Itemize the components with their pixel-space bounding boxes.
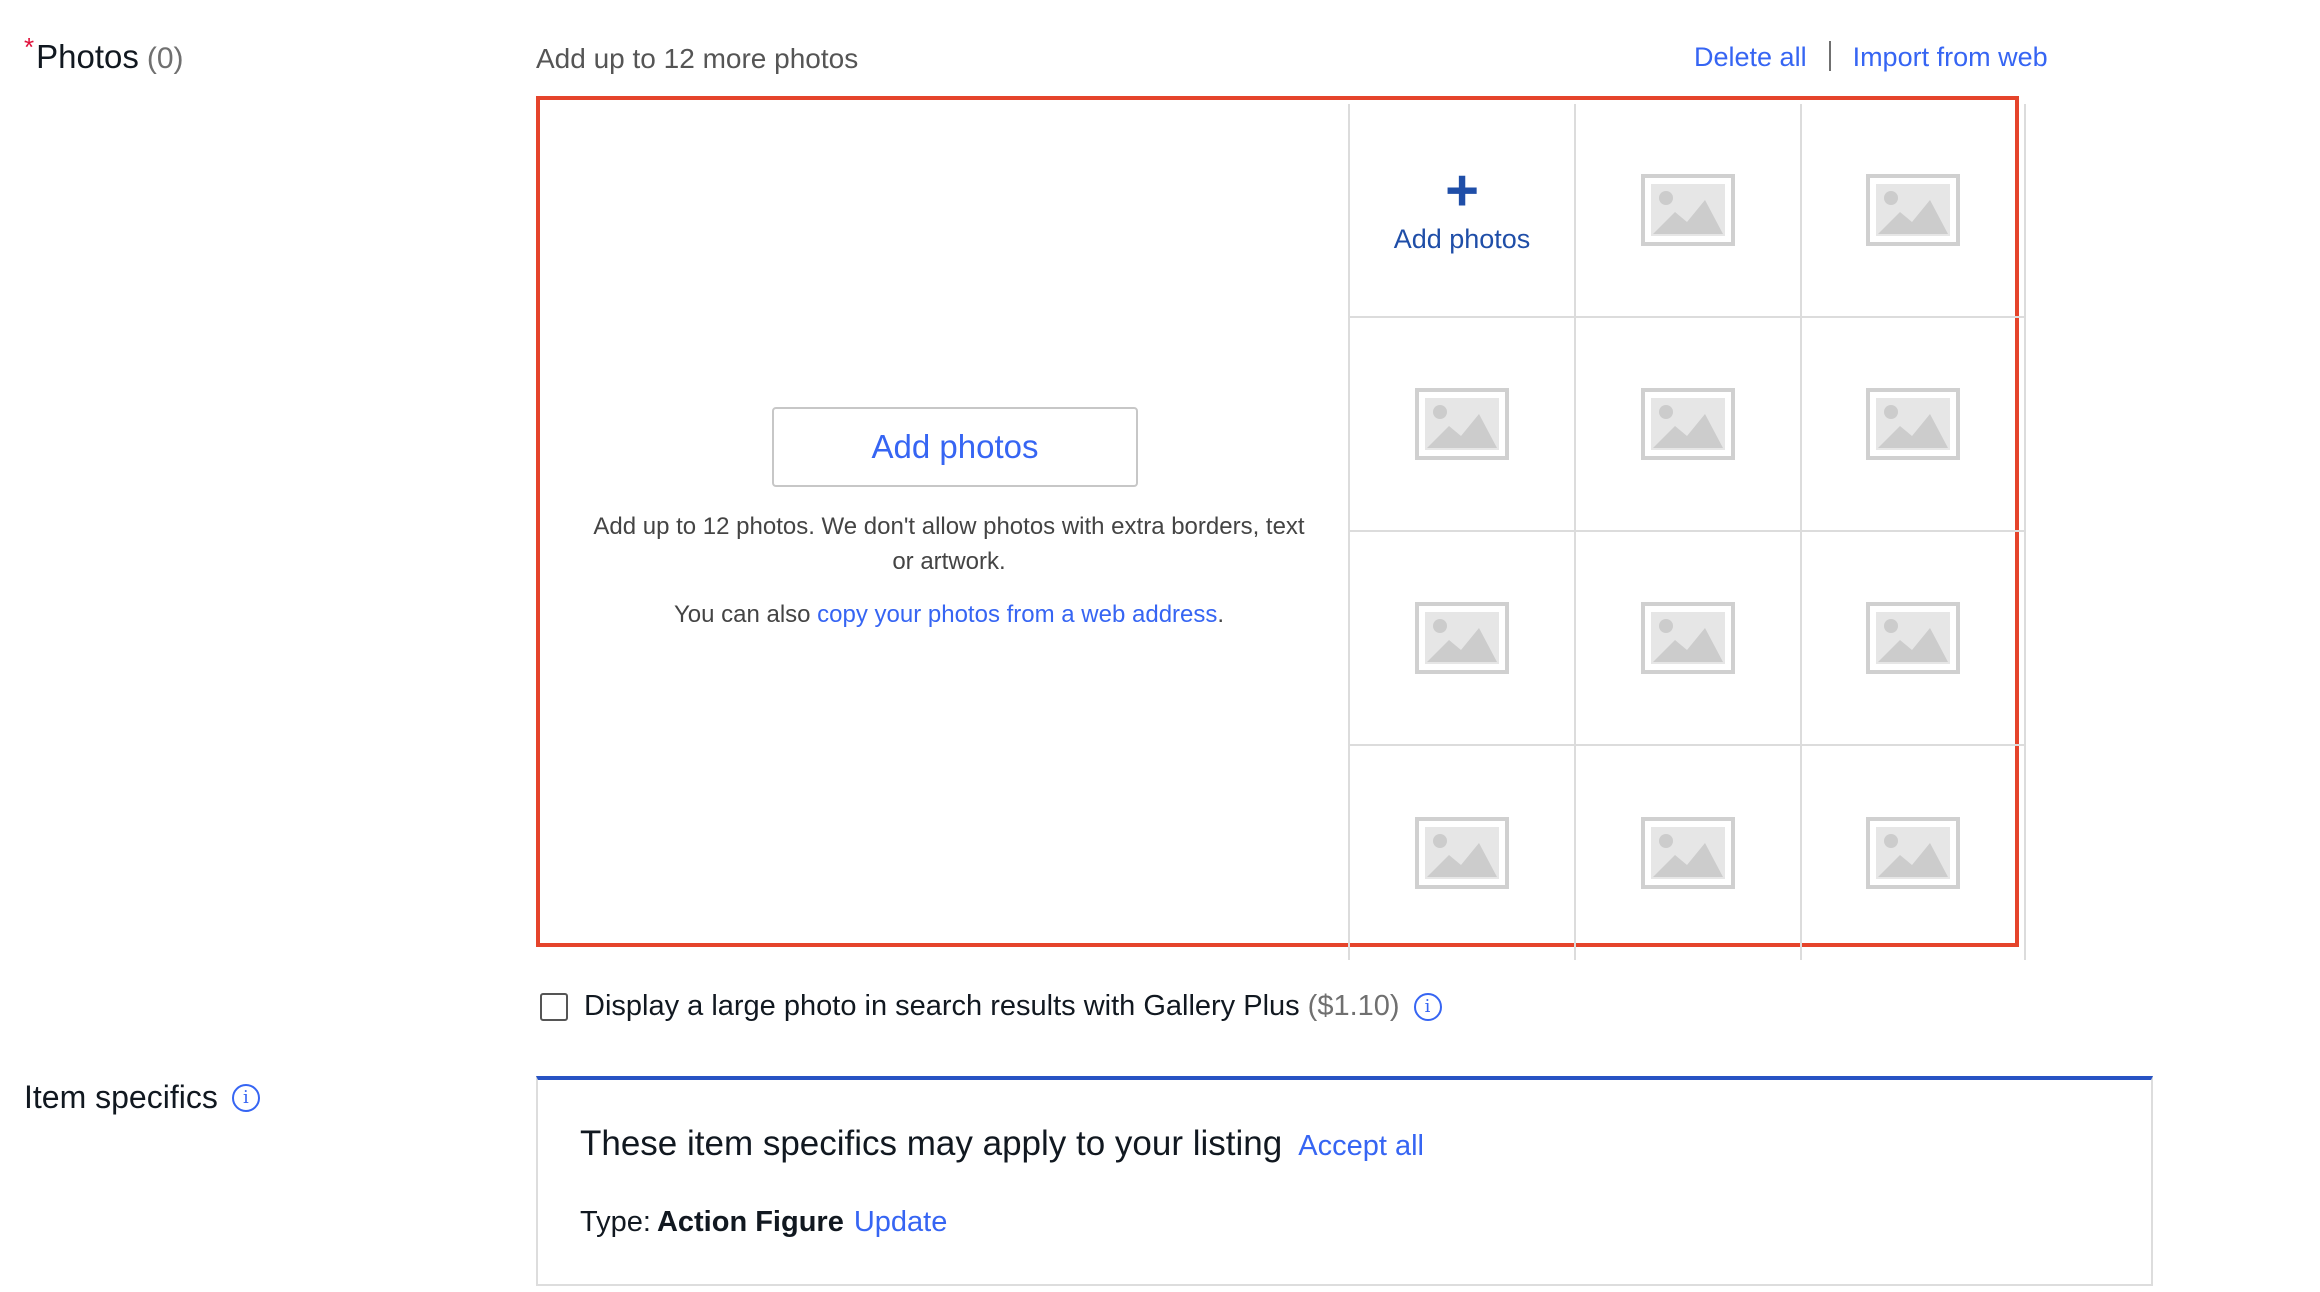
type-label: Type: [580, 1206, 651, 1238]
item-specifics-heading: These item specifics may apply to your l… [580, 1124, 1283, 1163]
photos-hint: Add up to 12 more photos [536, 43, 859, 74]
plus-icon: + [1445, 157, 1479, 223]
photos-count: (0) [146, 42, 184, 75]
delete-all-link[interactable]: Delete all [1694, 42, 1807, 72]
photo-slot[interactable] [1348, 318, 1574, 532]
photo-slot[interactable] [1574, 104, 1800, 318]
copy-photos-link[interactable]: copy your photos from a web address [817, 601, 1217, 628]
image-placeholder-icon [1866, 817, 1960, 889]
photo-slot[interactable] [1800, 318, 2026, 532]
copy-prefix: You can also [673, 601, 818, 628]
photo-slot[interactable] [1574, 532, 1800, 746]
photos-label-text: Photos [36, 38, 139, 75]
image-placeholder-icon [1641, 174, 1735, 246]
item-specifics-card: These item specifics may apply to your l… [536, 1076, 2153, 1286]
item-specific-row: Type: Action Figure Update [580, 1206, 947, 1239]
gallery-plus-label: Display a large photo in search results … [584, 990, 1300, 1022]
photos-label: *Photos (0) [24, 32, 184, 76]
image-placeholder-icon [1866, 602, 1960, 674]
info-icon[interactable]: i [1413, 992, 1442, 1021]
image-placeholder-icon [1415, 602, 1509, 674]
photo-slot[interactable] [1800, 532, 2026, 746]
photo-slot[interactable] [1574, 318, 1800, 532]
gallery-plus-checkbox[interactable] [540, 992, 568, 1021]
image-placeholder-icon [1866, 388, 1960, 460]
photo-slot[interactable] [1348, 532, 1574, 746]
add-photos-tile-label: Add photos [1393, 223, 1531, 254]
image-placeholder-icon [1641, 602, 1735, 674]
item-specifics-label: Item specifics i [24, 1079, 260, 1116]
add-photos-button[interactable]: Add photos [772, 407, 1138, 487]
gallery-plus-option: Display a large photo in search results … [540, 990, 1442, 1023]
photo-grid: + Add photos [1348, 104, 2026, 960]
photo-drop-zone[interactable]: Add photos Add up to 12 photos. We don't… [544, 104, 1348, 947]
gallery-plus-price: ($1.10) [1307, 990, 1400, 1022]
copy-suffix: . [1217, 601, 1225, 628]
import-from-web-link[interactable]: Import from web [1853, 42, 2048, 72]
item-specifics-label-text: Item specifics [24, 1079, 218, 1115]
image-placeholder-icon [1415, 388, 1509, 460]
photo-upload-area: Add photos Add up to 12 photos. We don't… [536, 96, 2026, 960]
photo-slot[interactable] [1574, 746, 1800, 960]
copy-photos-text: You can also copy your photos from a web… [584, 597, 1314, 632]
photo-actions: Delete all Import from web [1694, 41, 2048, 73]
add-photos-tile[interactable]: + Add photos [1348, 104, 1574, 318]
image-placeholder-icon [1641, 817, 1735, 889]
photo-slot[interactable] [1348, 746, 1574, 960]
item-specifics-title: These item specifics may apply to your l… [580, 1124, 1424, 1164]
image-placeholder-icon [1641, 388, 1735, 460]
photo-slot[interactable] [1800, 104, 2026, 318]
photo-instructions: Add up to 12 photos. We don't allow phot… [593, 513, 1305, 575]
image-placeholder-icon [1866, 174, 1960, 246]
update-link[interactable]: Update [854, 1206, 948, 1238]
photo-slot[interactable] [1800, 746, 2026, 960]
accept-all-link[interactable]: Accept all [1298, 1130, 1424, 1162]
type-value: Action Figure [656, 1206, 844, 1238]
required-marker: * [24, 32, 35, 62]
image-placeholder-icon [1415, 817, 1509, 889]
info-icon[interactable]: i [231, 1083, 260, 1112]
link-divider [1828, 41, 1831, 71]
